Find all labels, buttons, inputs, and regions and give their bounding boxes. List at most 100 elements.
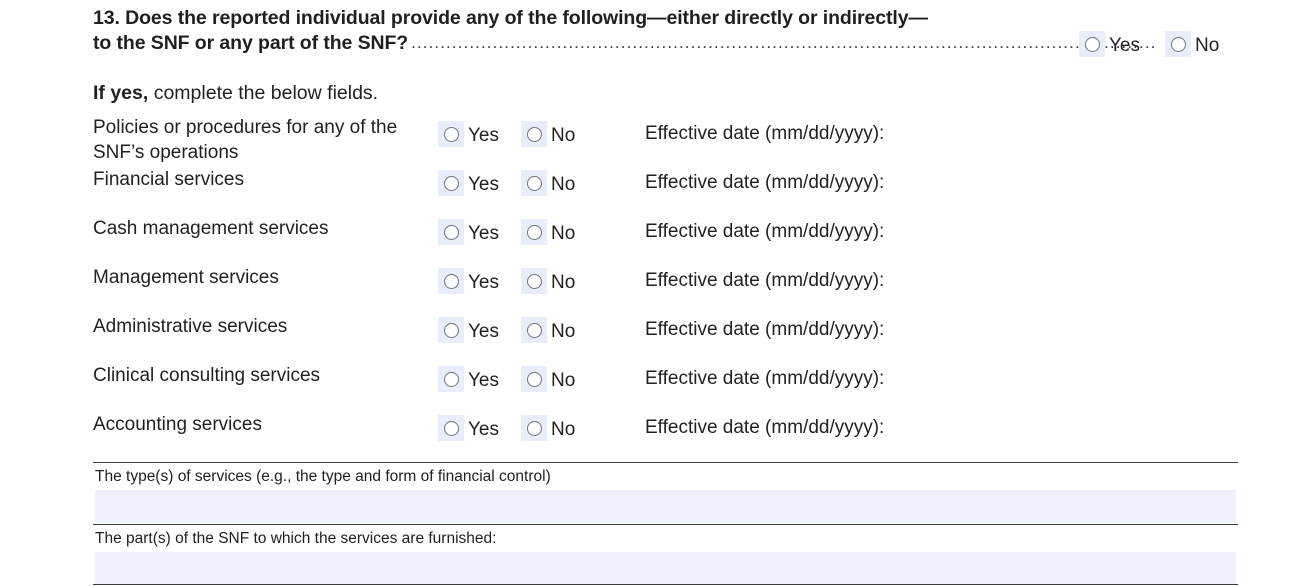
question-13-radio-no[interactable]: No: [1165, 31, 1219, 57]
service-row: Management services Yes No Effective date (…: [0, 265, 1300, 314]
effective-date-label: Effective date (mm/dd/yyyy):: [645, 319, 885, 340]
text-block-label: The part(s) of the SNF to which the serv…: [95, 530, 497, 547]
section-divider: [93, 584, 1238, 585]
question-13-line1: 13. Does the reported individual provide…: [93, 7, 928, 29]
service-row-yes-label: Yes: [468, 124, 499, 146]
effective-date-group: Effective date (mm/dd/yyyy):: [645, 417, 884, 439]
service-row-yes-label: Yes: [468, 320, 499, 342]
service-row-no-label: No: [551, 222, 576, 244]
service-row-no-label: No: [551, 173, 576, 195]
radio-button-icon[interactable]: [521, 415, 547, 441]
effective-date-group: Effective date (mm/dd/yyyy):: [645, 270, 884, 292]
question-13-answers: Yes No: [1079, 31, 1219, 57]
radio-button-icon[interactable]: [438, 121, 464, 147]
service-row-answers: Yes No: [438, 366, 575, 392]
radio-button-icon[interactable]: [438, 268, 464, 294]
effective-date-label: Effective date (mm/dd/yyyy):: [645, 368, 885, 389]
service-row-answers: Yes No: [438, 121, 575, 147]
radio-button-icon[interactable]: [1165, 31, 1191, 57]
service-row: Administrative services Yes No Effective da…: [0, 314, 1300, 363]
text-block-input[interactable]: [95, 552, 1236, 585]
service-row-label: Financial services: [93, 169, 244, 190]
text-block-label: The type(s) of services (e.g., the type …: [95, 468, 551, 485]
service-row: Cash management services Yes No Effective d…: [0, 216, 1300, 265]
radio-button-icon[interactable]: [521, 317, 547, 343]
question-13-no-label: No: [1195, 34, 1220, 56]
text-block-input[interactable]: [95, 490, 1236, 523]
service-row: Clinical consulting services Yes No Effecti…: [0, 363, 1300, 412]
service-row-radio-no[interactable]: No: [521, 219, 575, 245]
radio-button-icon[interactable]: [521, 219, 547, 245]
radio-button-icon[interactable]: [438, 317, 464, 343]
question-13-block: 13. Does the reported individual provide…: [93, 6, 1243, 56]
service-row-no-label: No: [551, 271, 576, 293]
radio-button-icon[interactable]: [521, 268, 547, 294]
question-13-line2: to the SNF or any part of the SNF? .....…: [93, 31, 1238, 56]
service-row-label: Policies or procedures for any of the SN…: [93, 117, 398, 163]
service-row-label: Cash management services: [93, 218, 329, 239]
service-row-radio-yes[interactable]: Yes: [438, 268, 499, 294]
service-row-radio-yes[interactable]: Yes: [438, 415, 499, 441]
radio-button-icon[interactable]: [1079, 31, 1105, 57]
service-row-no-label: No: [551, 418, 576, 440]
effective-date-group: Effective date (mm/dd/yyyy):: [645, 221, 884, 243]
service-rows: Policies or procedures for any of the SN…: [0, 117, 1300, 461]
effective-date-group: Effective date (mm/dd/yyyy):: [645, 319, 884, 341]
radio-button-icon[interactable]: [438, 170, 464, 196]
service-row-label: Management services: [93, 267, 279, 288]
if-yes-bold: If yes,: [93, 82, 149, 104]
service-row-label: Administrative services: [93, 316, 288, 337]
question-13-radio-yes[interactable]: Yes: [1079, 31, 1140, 57]
effective-date-group: Effective date (mm/dd/yyyy):: [645, 123, 884, 145]
radio-button-icon[interactable]: [438, 415, 464, 441]
service-row-radio-no[interactable]: No: [521, 268, 575, 294]
question-13-yes-label: Yes: [1109, 34, 1140, 56]
service-row-radio-yes[interactable]: Yes: [438, 366, 499, 392]
service-row-radio-no[interactable]: No: [521, 121, 575, 147]
service-row-radio-no[interactable]: No: [521, 317, 575, 343]
if-yes-instruction: If yes, complete the below fields.: [93, 81, 378, 105]
service-row-radio-yes[interactable]: Yes: [438, 219, 499, 245]
form-page: 13. Does the reported individual provide…: [0, 0, 1300, 586]
radio-button-icon[interactable]: [521, 366, 547, 392]
effective-date-group: Effective date (mm/dd/yyyy):: [645, 172, 884, 194]
service-row-radio-no[interactable]: No: [521, 415, 575, 441]
effective-date-label: Effective date (mm/dd/yyyy):: [645, 172, 885, 193]
effective-date-label: Effective date (mm/dd/yyyy):: [645, 270, 885, 291]
effective-date-group: Effective date (mm/dd/yyyy):: [645, 368, 884, 390]
service-row-radio-no[interactable]: No: [521, 170, 575, 196]
service-row-answers: Yes No: [438, 219, 575, 245]
service-row-radio-yes[interactable]: Yes: [438, 121, 499, 147]
service-row-label: Accounting services: [93, 414, 262, 435]
effective-date-label: Effective date (mm/dd/yyyy):: [645, 221, 885, 242]
service-row-answers: Yes No: [438, 317, 575, 343]
service-row-yes-label: Yes: [468, 369, 499, 391]
service-row-yes-label: Yes: [468, 271, 499, 293]
service-row-radio-yes[interactable]: Yes: [438, 170, 499, 196]
service-row-answers: Yes No: [438, 415, 575, 441]
service-row-answers: Yes No: [438, 268, 575, 294]
service-row-no-label: No: [551, 320, 576, 342]
service-row-yes-label: Yes: [468, 173, 499, 195]
radio-button-icon[interactable]: [438, 366, 464, 392]
radio-button-icon[interactable]: [438, 219, 464, 245]
service-row-radio-no[interactable]: No: [521, 366, 575, 392]
service-row: Financial services Yes No Effective date (m…: [0, 167, 1300, 216]
radio-button-icon[interactable]: [521, 170, 547, 196]
question-13-line2-text: to the SNF or any part of the SNF?: [93, 32, 409, 54]
section-divider: [93, 462, 1238, 463]
service-row-radio-yes[interactable]: Yes: [438, 317, 499, 343]
service-row: Accounting services Yes No Effective date (…: [0, 412, 1300, 461]
service-row-no-label: No: [551, 124, 576, 146]
effective-date-label: Effective date (mm/dd/yyyy):: [645, 417, 885, 438]
service-row-label: Clinical consulting services: [93, 365, 321, 386]
service-row-yes-label: Yes: [468, 222, 499, 244]
radio-button-icon[interactable]: [521, 121, 547, 147]
service-row: Policies or procedures for any of the SN…: [0, 117, 1300, 167]
effective-date-label: Effective date (mm/dd/yyyy):: [645, 123, 885, 144]
service-row-answers: Yes No: [438, 170, 575, 196]
service-row-yes-label: Yes: [468, 418, 499, 440]
section-divider: [93, 524, 1238, 525]
service-row-no-label: No: [551, 369, 576, 391]
if-yes-rest: complete the below fields.: [148, 82, 379, 104]
